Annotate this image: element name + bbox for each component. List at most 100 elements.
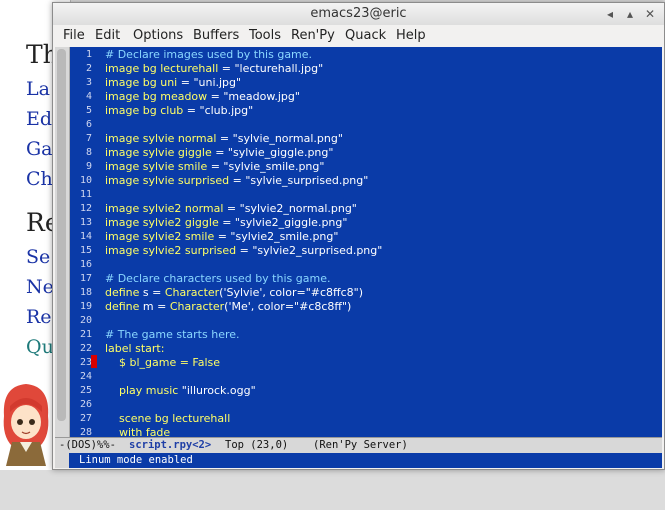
code-line[interactable]: image bg meadow = "meadow.jpg" [105,90,300,103]
menu-options[interactable]: Options [133,28,183,43]
bg-link[interactable]: Qu [26,336,54,358]
menu-edit[interactable]: Edit [95,28,120,43]
code-line[interactable]: image sylvie normal = "sylvie_normal.png… [105,132,343,145]
code-line[interactable]: image bg uni = "uni.jpg" [105,76,241,89]
modeline-buffer-name[interactable]: script.rpy<2> [129,439,211,451]
line-number-gutter: 1 2 3 4 5 6 7 8 9 10 11 12 13 14 15 16 17 18 19 20 21 22 23 24 2… [70,47,98,437]
bg-link[interactable]: Ed [26,108,52,130]
line-number: 13 [79,217,92,228]
line-number: 11 [79,189,92,200]
code-line[interactable]: define m = Character('Me', color="#c8c8f… [105,300,351,313]
menu-tools[interactable]: Tools [249,28,281,43]
bg-link[interactable]: Ch [26,168,53,190]
bg-link[interactable]: Ne [26,276,54,298]
code-line[interactable]: define s = Character('Sylvie', color="#c… [105,286,363,299]
line-number: 8 [85,147,92,158]
line-number: 3 [85,77,92,88]
code-token: image [105,76,140,89]
menu-help[interactable]: Help [396,28,426,43]
editor-scrollbar[interactable] [55,47,70,437]
text-cursor [91,355,97,368]
code-line[interactable]: # Declare images used by this game. [105,48,312,61]
code-token: define [105,300,140,313]
menu-buffers[interactable]: Buffers [193,28,239,43]
code-token: = "sylvie_smile.png" [207,160,325,173]
line-number: 26 [79,399,92,410]
code-line[interactable]: image sylvie2 smile = "sylvie2_smile.png… [105,230,338,243]
code-token: # The game starts here. [105,328,240,341]
line-number: 4 [85,91,92,102]
code-token: scene bg lecturehall [105,412,231,425]
editor-scroll-thumb[interactable] [57,49,66,421]
line-number: 10 [79,175,92,186]
editor-buffer[interactable]: 1 2 3 4 5 6 7 8 9 10 11 12 13 14 15 16 17 18 19 20 21 22 23 24 2… [55,47,662,437]
code-line[interactable]: image sylvie giggle = "sylvie_giggle.png… [105,146,333,159]
code-token: start: [131,342,165,355]
code-token: image [105,104,140,117]
code-token: $ bl_game = False [105,356,221,369]
line-number: 9 [85,161,92,172]
code-token: sylvie giggle [139,146,212,159]
code-line[interactable]: with fade [105,426,170,437]
maximize-icon[interactable]: ▴ [622,6,638,22]
code-line[interactable]: label start: [105,342,164,355]
close-icon[interactable]: ✕ [642,6,658,22]
code-line[interactable]: image sylvie smile = "sylvie_smile.png" [105,160,324,173]
line-number: 17 [79,273,92,284]
code-token: bg lecturehall [139,62,219,75]
menu-quack[interactable]: Quack [345,28,386,43]
code-token: sylvie normal [139,132,217,145]
code-line[interactable]: image bg club = "club.jpg" [105,104,253,117]
code-line[interactable]: scene bg lecturehall [105,412,230,425]
line-number: 21 [79,329,92,340]
code-token: sylvie smile [139,160,208,173]
menu-file[interactable]: File [63,28,85,43]
bg-link[interactable]: Ga [26,138,53,160]
code-line[interactable]: image sylvie2 normal = "sylvie2_normal.p… [105,202,357,215]
code-token: m = [139,300,170,313]
menu-renpy[interactable]: Ren'Py [291,28,335,43]
code-token: = "sylvie_normal.png" [216,132,343,145]
minibuffer[interactable]: Linum mode enabled [55,453,662,468]
code-token: image [105,160,140,173]
code-token: image [105,146,140,159]
line-number: 6 [85,119,92,130]
code-token: play music [105,384,179,397]
code-token: image [105,202,140,215]
bg-link[interactable]: Se [26,246,50,268]
code-token: sylvie surprised [139,174,230,187]
code-token: label [105,342,132,355]
code-token: = "sylvie2_giggle.png" [218,216,348,229]
minimize-icon[interactable]: ◂ [602,6,618,22]
minibuffer-scrollbar [55,453,69,468]
line-number: 5 [85,105,92,116]
code-line[interactable]: image sylvie2 surprised = "sylvie2_surpr… [105,244,382,257]
modeline-position: Top (23,0) [225,439,289,451]
code-line[interactable]: image sylvie surprised = "sylvie_surpris… [105,174,368,187]
title-bar[interactable]: emacs23@eric ◂ ▴ ✕ [53,3,664,26]
bg-link[interactable]: Re [26,306,52,328]
code-token: bg club [139,104,184,117]
code-token: image [105,230,140,243]
code-token: Character [169,300,225,313]
code-line[interactable]: play music "illurock.ogg" [105,384,256,397]
code-token: = "sylvie_surprised.png" [229,174,369,187]
line-number: 28 [79,427,92,437]
code-line[interactable]: image bg lecturehall = "lecturehall.jpg" [105,62,323,75]
character-avatar-icon [3,384,49,466]
bg-link[interactable]: La [26,78,50,100]
code-line[interactable]: image sylvie2 giggle = "sylvie2_giggle.p… [105,216,347,229]
code-token: s = [139,286,165,299]
modeline-major-mode[interactable]: (Ren'Py Server) [313,439,408,451]
code-line[interactable]: $ bl_game = False [105,356,220,369]
modeline-encoding: -(DOS)%%- [59,439,116,451]
emacs-window: emacs23@eric ◂ ▴ ✕ File Edit Options Buf… [52,2,665,470]
line-number: 18 [79,287,92,298]
code-token: "illurock.ogg" [178,384,256,397]
code-line[interactable]: # The game starts here. [105,328,240,341]
line-number: 16 [79,259,92,270]
code-token: bg meadow [139,90,208,103]
line-number: 27 [79,413,92,424]
code-line[interactable]: # Declare characters used by this game. [105,272,330,285]
code-token: image [105,90,140,103]
